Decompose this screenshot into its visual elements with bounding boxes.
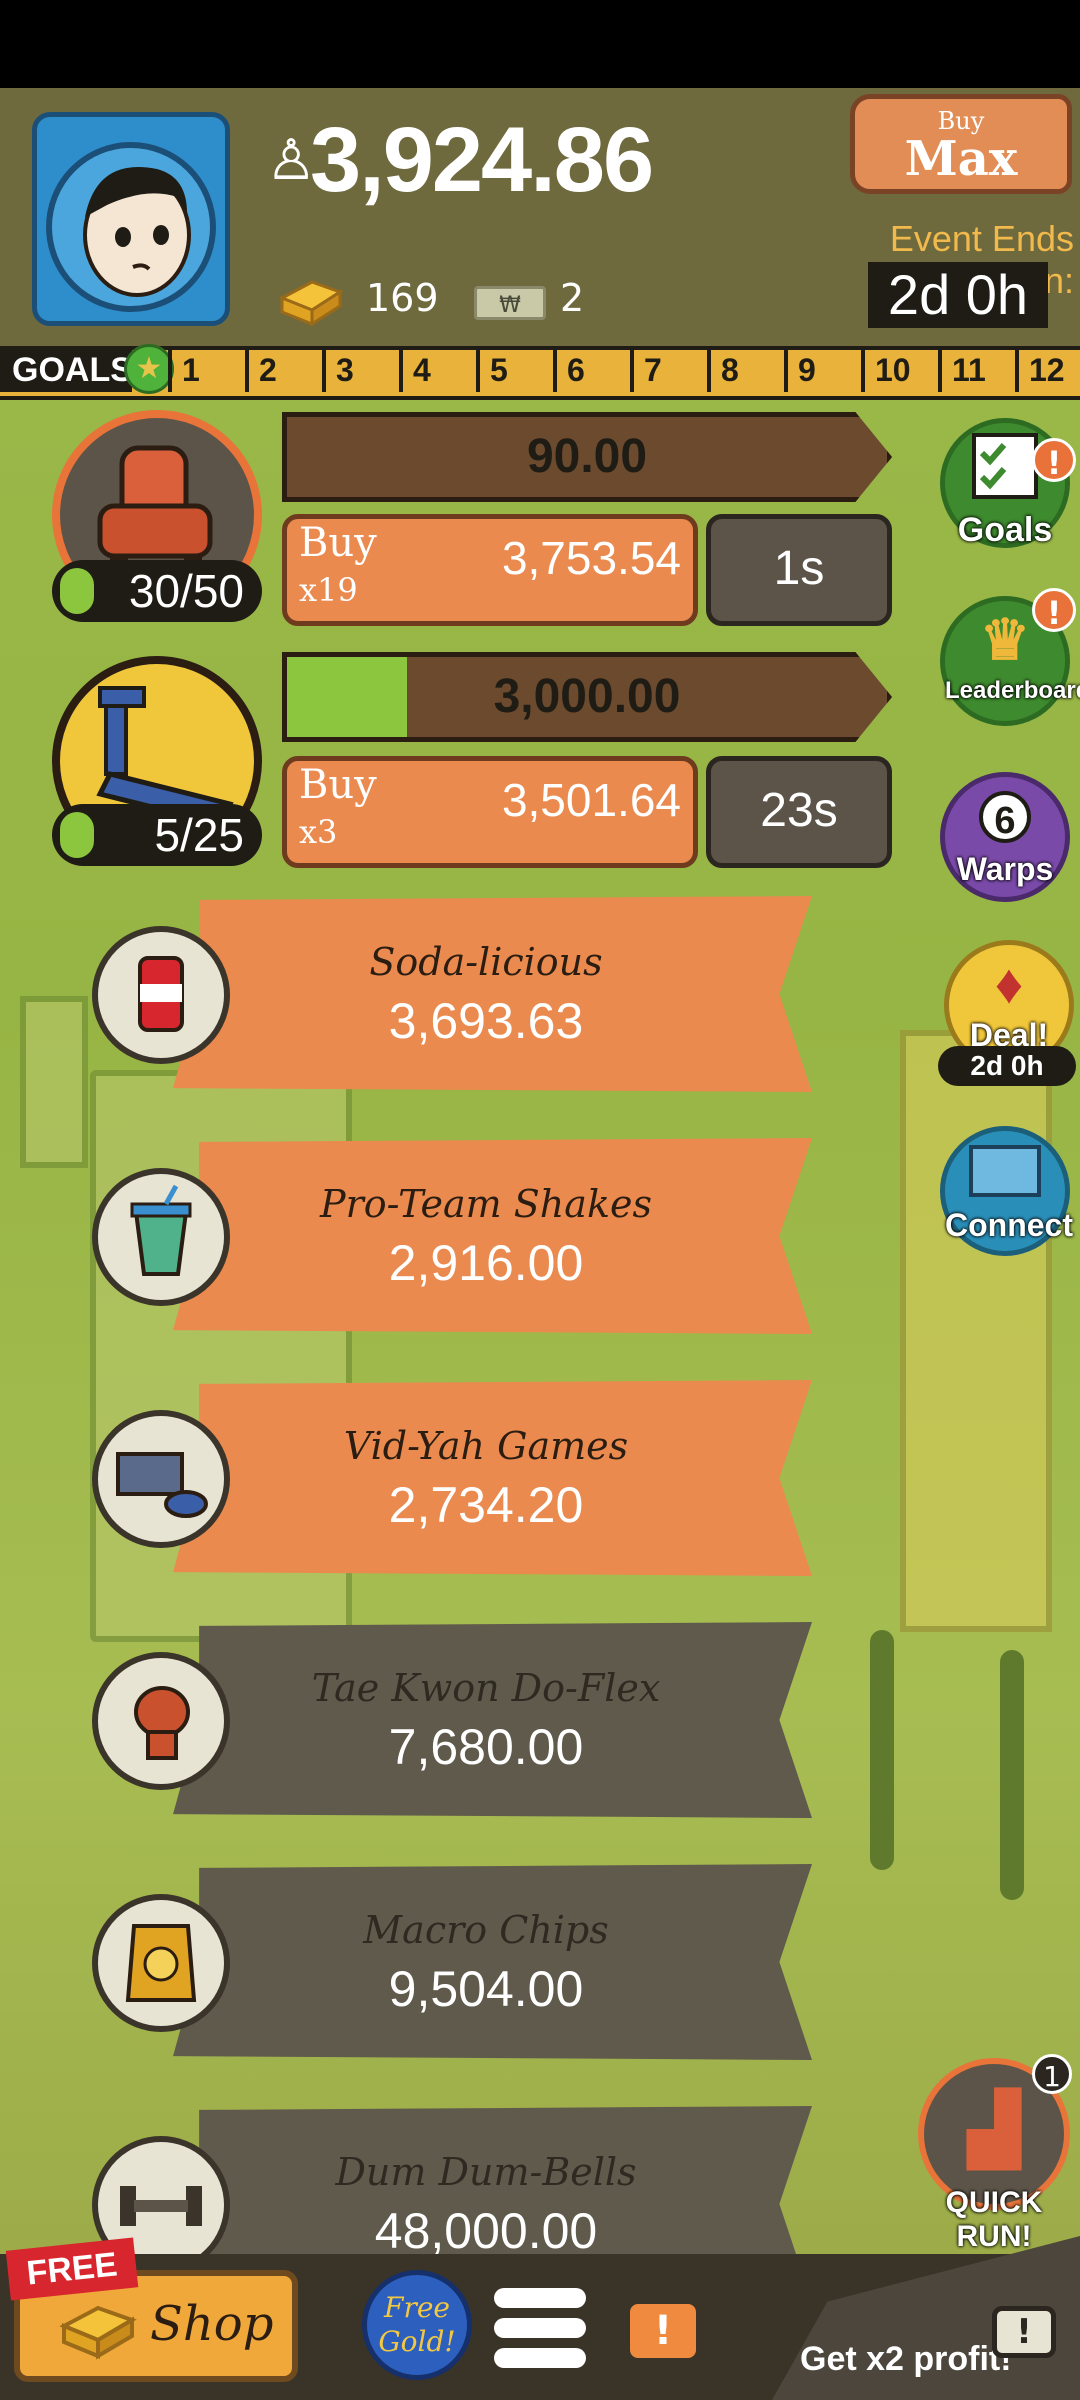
buy-multiplier: x3	[299, 813, 338, 851]
buy-price: 3,753.54	[501, 532, 681, 584]
buy-price: 3,501.64	[501, 774, 681, 826]
event-countdown: 2d 0h	[868, 262, 1048, 328]
warps-button[interactable]: 6 Warps	[940, 772, 1070, 902]
goal-tick: 11	[938, 346, 1011, 392]
business-count: 30/50	[52, 560, 262, 622]
revenue-value: 3,000.00	[493, 670, 681, 723]
revenue-value: 90.00	[526, 430, 648, 483]
menu-icon[interactable]	[494, 2348, 586, 2368]
business-name: Macro Chips	[363, 1908, 609, 1952]
buy-label: Buy	[299, 520, 377, 566]
buy-max-bottom-label: Max	[904, 131, 1018, 187]
goal-tick: 7	[630, 346, 703, 392]
x2-profit-label: Get x2 profit!	[800, 2340, 1012, 2378]
business-name: Pro-Team Shakes	[320, 1182, 652, 1226]
goal-tick: 6	[553, 346, 626, 392]
deal-timer: 2d 0h	[938, 1046, 1076, 1086]
timer-button[interactable]: 1s	[706, 514, 892, 626]
business-name: Vid-Yah Games	[343, 1424, 629, 1468]
message-alert-button[interactable]: !	[630, 2304, 696, 2358]
business-price: 2,734.20	[388, 1477, 584, 1533]
goal-tick: 1	[168, 346, 241, 392]
goals-side-label: Goals	[957, 511, 1053, 549]
gold-count: 169	[366, 276, 439, 320]
alert-icon: !	[1032, 588, 1076, 632]
warps-count: 6	[979, 791, 1031, 843]
business-price: 7,680.00	[388, 1719, 584, 1775]
timer-value: 23s	[760, 784, 838, 837]
goal-tick: 8	[707, 346, 780, 392]
status-bar	[0, 0, 1080, 88]
business-card[interactable]: Pro-Team Shakes 2,916.00	[173, 1138, 812, 1334]
goal-tick: 3	[322, 346, 395, 392]
goal-tick: 10	[861, 346, 934, 392]
recliner-icon: ▟	[967, 2088, 1021, 2170]
business-card[interactable]: Soda-licious 3,693.63	[173, 896, 812, 1092]
menu-icon[interactable]	[494, 2288, 586, 2308]
boxing-glove-icon	[92, 1652, 230, 1790]
window-decoration	[20, 996, 88, 1168]
buy-button[interactable]: Buy x19 3,753.54	[282, 514, 698, 626]
business-card[interactable]: Tae Kwon Do-Flex 7,680.00	[173, 1622, 812, 1818]
business-price: 2,916.00	[388, 1235, 584, 1291]
megabucks-bill-icon: ₩	[474, 286, 546, 320]
revenue-bar: 90.00	[282, 412, 892, 502]
goal-tick: 9	[784, 346, 857, 392]
goal-tick: 5	[476, 346, 549, 392]
photo-cards-icon	[969, 1145, 1041, 1197]
buy-multiplier: x19	[299, 571, 358, 609]
buy-button[interactable]: Buy x3 3,501.64	[282, 756, 698, 868]
megabucks-count: 2	[560, 276, 585, 320]
business-price: 48,000.00	[374, 2203, 598, 2259]
barbell-plate-decoration	[870, 1630, 894, 1870]
leaderboard-label: Leaderboard	[945, 677, 1080, 704]
business-count: 5/25	[52, 804, 262, 866]
game-console-icon	[92, 1410, 230, 1548]
goal-tick: 2	[245, 346, 318, 392]
tv-ad-icon[interactable]: !	[992, 2306, 1056, 2358]
gift-icon: ★	[124, 344, 174, 394]
connect-button[interactable]: Connect	[940, 1126, 1073, 1256]
business-price: 3,693.63	[388, 993, 584, 1049]
business-name: Tae Kwon Do-Flex	[311, 1666, 661, 1710]
shop-label: Shop	[150, 2296, 274, 2352]
buy-label: Buy	[299, 762, 377, 808]
barbell-plate-decoration	[1000, 1650, 1024, 1900]
business-name: Dum Dum-Bells	[335, 2150, 637, 2194]
goals-label: GOALS	[0, 346, 133, 392]
gift-box-icon: ♦	[994, 952, 1024, 1015]
gold-bars-icon	[278, 280, 344, 327]
gold-bars-icon	[59, 2305, 137, 2360]
business-name: Soda-licious	[369, 940, 603, 984]
shake-cup-icon	[92, 1168, 230, 1306]
alert-icon: !	[1032, 438, 1076, 482]
chips-bag-icon	[92, 1894, 230, 2032]
money-counter: 3,924.86	[310, 109, 654, 211]
revenue-progress-fill	[287, 657, 407, 737]
player-avatar[interactable]	[32, 112, 230, 326]
astronaut-face-icon	[46, 142, 216, 312]
money-icon: ♙	[266, 128, 317, 193]
timer-button[interactable]: 23s	[706, 756, 892, 868]
wall-poster-decoration	[900, 1030, 1052, 1632]
free-gold-label: Free Gold!	[378, 2291, 456, 2358]
business-price: 9,504.00	[388, 1961, 584, 2017]
goal-tick: 4	[399, 346, 472, 392]
connect-label: Connect	[945, 1207, 1073, 1243]
warps-label: Warps	[956, 851, 1054, 887]
buy-max-top-label: Buy	[937, 107, 985, 135]
revenue-bar: 3,000.00	[282, 652, 892, 742]
business-card[interactable]: Vid-Yah Games 2,734.20	[173, 1380, 812, 1576]
buy-max-button[interactable]: Buy Max	[850, 94, 1072, 194]
menu-icon[interactable]	[494, 2318, 586, 2338]
timer-value: 1s	[773, 542, 825, 595]
soda-can-icon	[92, 926, 230, 1064]
quick-run-badge: 1	[1032, 2054, 1072, 2094]
free-gold-button[interactable]: Free Gold!	[362, 2270, 472, 2380]
business-card[interactable]: Macro Chips 9,504.00	[173, 1864, 812, 2060]
goal-tick: 12	[1015, 346, 1080, 392]
